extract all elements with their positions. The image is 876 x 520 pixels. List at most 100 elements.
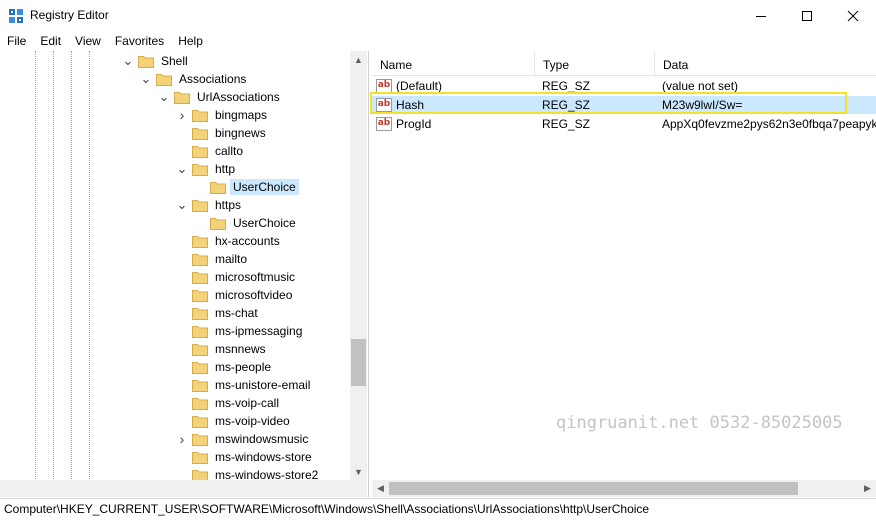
tree-item[interactable]: UserChoice (194, 178, 299, 196)
string-value-icon: ab (376, 117, 392, 131)
tree-item-label: ms-unistore-email (215, 378, 311, 392)
tree-item-label: UserChoice (230, 179, 299, 195)
tree-item[interactable]: mailto (176, 250, 250, 268)
tree-guide-line (35, 51, 36, 497)
scroll-right-arrow-icon[interactable]: ▶ (859, 480, 876, 497)
tree-item[interactable]: microsoftmusic (176, 268, 298, 286)
tree-item[interactable]: callto (176, 142, 246, 160)
value-name: (Default) (396, 79, 443, 93)
tree-item[interactable]: ms-chat (176, 304, 261, 322)
menu-edit[interactable]: Edit (33, 31, 68, 51)
menu-view[interactable]: View (68, 31, 108, 51)
value-data: M23w9lwI/Sw= (662, 98, 743, 112)
minimize-button[interactable] (738, 0, 784, 31)
tree-item[interactable]: hx-accounts (176, 232, 283, 250)
collapse-chevron-icon[interactable]: ⌄ (122, 52, 134, 70)
column-header-type[interactable]: Type (535, 51, 655, 76)
tree-item[interactable]: ⌄ Shell (122, 52, 191, 70)
scroll-up-arrow-icon[interactable]: ▲ (350, 51, 367, 68)
folder-icon (174, 91, 190, 104)
tree-item-label: Associations (179, 72, 247, 86)
folder-icon (192, 343, 208, 356)
tree-item-label: Shell (161, 54, 188, 68)
tree-item[interactable]: › bingmaps (176, 106, 270, 124)
value-row[interactable]: ab (Default) REG_SZ (value not set) (372, 77, 876, 95)
maximize-button[interactable] (784, 0, 830, 31)
value-data: AppXq0fevzme2pys62n3e0fbqa7peapykr8v (662, 117, 876, 131)
key-tree: ⌄ Shell ⌄ Associations ⌄ UrlAssociations › bing… (0, 51, 350, 497)
folder-icon (192, 109, 208, 122)
tree-item-label: ms-voip-call (215, 396, 280, 410)
values-horizontal-scrollbar[interactable]: ◀ ▶ (372, 480, 876, 497)
tree-item[interactable]: UserChoice (194, 214, 299, 232)
tree-item-label: hx-accounts (215, 234, 280, 248)
scrollbar-corner (350, 480, 367, 497)
tree-item[interactable]: ms-people (176, 358, 274, 376)
menu-favorites[interactable]: Favorites (108, 31, 171, 51)
column-header-data[interactable]: Data (655, 51, 876, 76)
window-title: Registry Editor (30, 8, 109, 22)
tree-scroll-thumb[interactable] (351, 339, 366, 386)
tree-item-label: UrlAssociations (197, 90, 280, 104)
value-name-cell: ab ProgId (376, 115, 535, 133)
tree-item-label: UserChoice (233, 216, 296, 230)
tree-item[interactable]: ⌄ https (176, 196, 244, 214)
folder-icon (192, 145, 208, 158)
list-header: Name Type Data (372, 51, 876, 76)
key-tree-pane: ⌄ Shell ⌄ Associations ⌄ UrlAssociations › bing… (0, 51, 369, 497)
menu-help[interactable]: Help (171, 31, 210, 51)
tree-item-label: bingmaps (215, 108, 268, 122)
column-header-name[interactable]: Name (372, 51, 535, 76)
tree-item[interactable]: microsoftvideo (176, 286, 295, 304)
menu-file[interactable]: File (0, 31, 33, 51)
collapse-chevron-icon[interactable]: ⌄ (140, 70, 152, 88)
tree-item[interactable]: ms-windows-store (176, 448, 315, 466)
tree-item-label: microsoftvideo (215, 288, 293, 302)
scroll-down-arrow-icon[interactable]: ▼ (350, 463, 367, 480)
tree-horizontal-scrollbar[interactable] (0, 480, 350, 497)
title-bar: Registry Editor (0, 0, 876, 31)
tree-item[interactable]: › mswindowsmusic (176, 430, 311, 448)
folder-icon (192, 127, 208, 140)
value-row[interactable]: ab ProgId REG_SZ AppXq0fevzme2pys62n3e0fbqa… (372, 115, 876, 133)
tree-item-label: msnnews (215, 342, 266, 356)
tree-item-label: bingnews (215, 126, 266, 140)
status-bar-path: Computer\HKEY_CURRENT_USER\SOFTWARE\Micr… (0, 498, 876, 520)
maximize-icon (802, 10, 812, 21)
collapse-chevron-icon[interactable]: ⌄ (158, 88, 170, 106)
close-button[interactable] (830, 0, 876, 31)
tree-item[interactable]: ⌄ UrlAssociations (158, 88, 283, 106)
scroll-left-arrow-icon[interactable]: ◀ (372, 480, 389, 497)
folder-icon (192, 271, 208, 284)
folder-icon (210, 217, 226, 230)
expand-chevron-icon[interactable]: › (176, 106, 188, 124)
tree-item[interactable]: bingnews (176, 124, 269, 142)
tree-item[interactable]: ⌄ http (176, 160, 238, 178)
tree-item[interactable]: ms-voip-video (176, 412, 293, 430)
tree-item-label: ms-people (215, 360, 272, 374)
tree-item[interactable]: ms-unistore-email (176, 376, 313, 394)
value-row[interactable]: ab Hash REG_SZ M23w9lwI/Sw= (372, 96, 876, 114)
folder-icon (192, 199, 208, 212)
expand-chevron-icon[interactable]: › (176, 430, 188, 448)
folder-icon (192, 235, 208, 248)
tree-item[interactable]: ⌄ Associations (140, 70, 249, 88)
tree-item[interactable]: msnnews (176, 340, 269, 358)
collapse-chevron-icon[interactable]: ⌄ (176, 160, 188, 178)
folder-icon (192, 253, 208, 266)
tree-item[interactable]: ms-voip-call (176, 394, 282, 412)
values-scroll-thumb[interactable] (389, 482, 798, 495)
tree-vertical-scrollbar[interactable]: ▲ ▼ (350, 51, 367, 480)
tree-item[interactable]: ms-ipmessaging (176, 322, 305, 340)
collapse-chevron-icon[interactable]: ⌄ (176, 196, 188, 214)
value-type: REG_SZ (542, 98, 591, 112)
